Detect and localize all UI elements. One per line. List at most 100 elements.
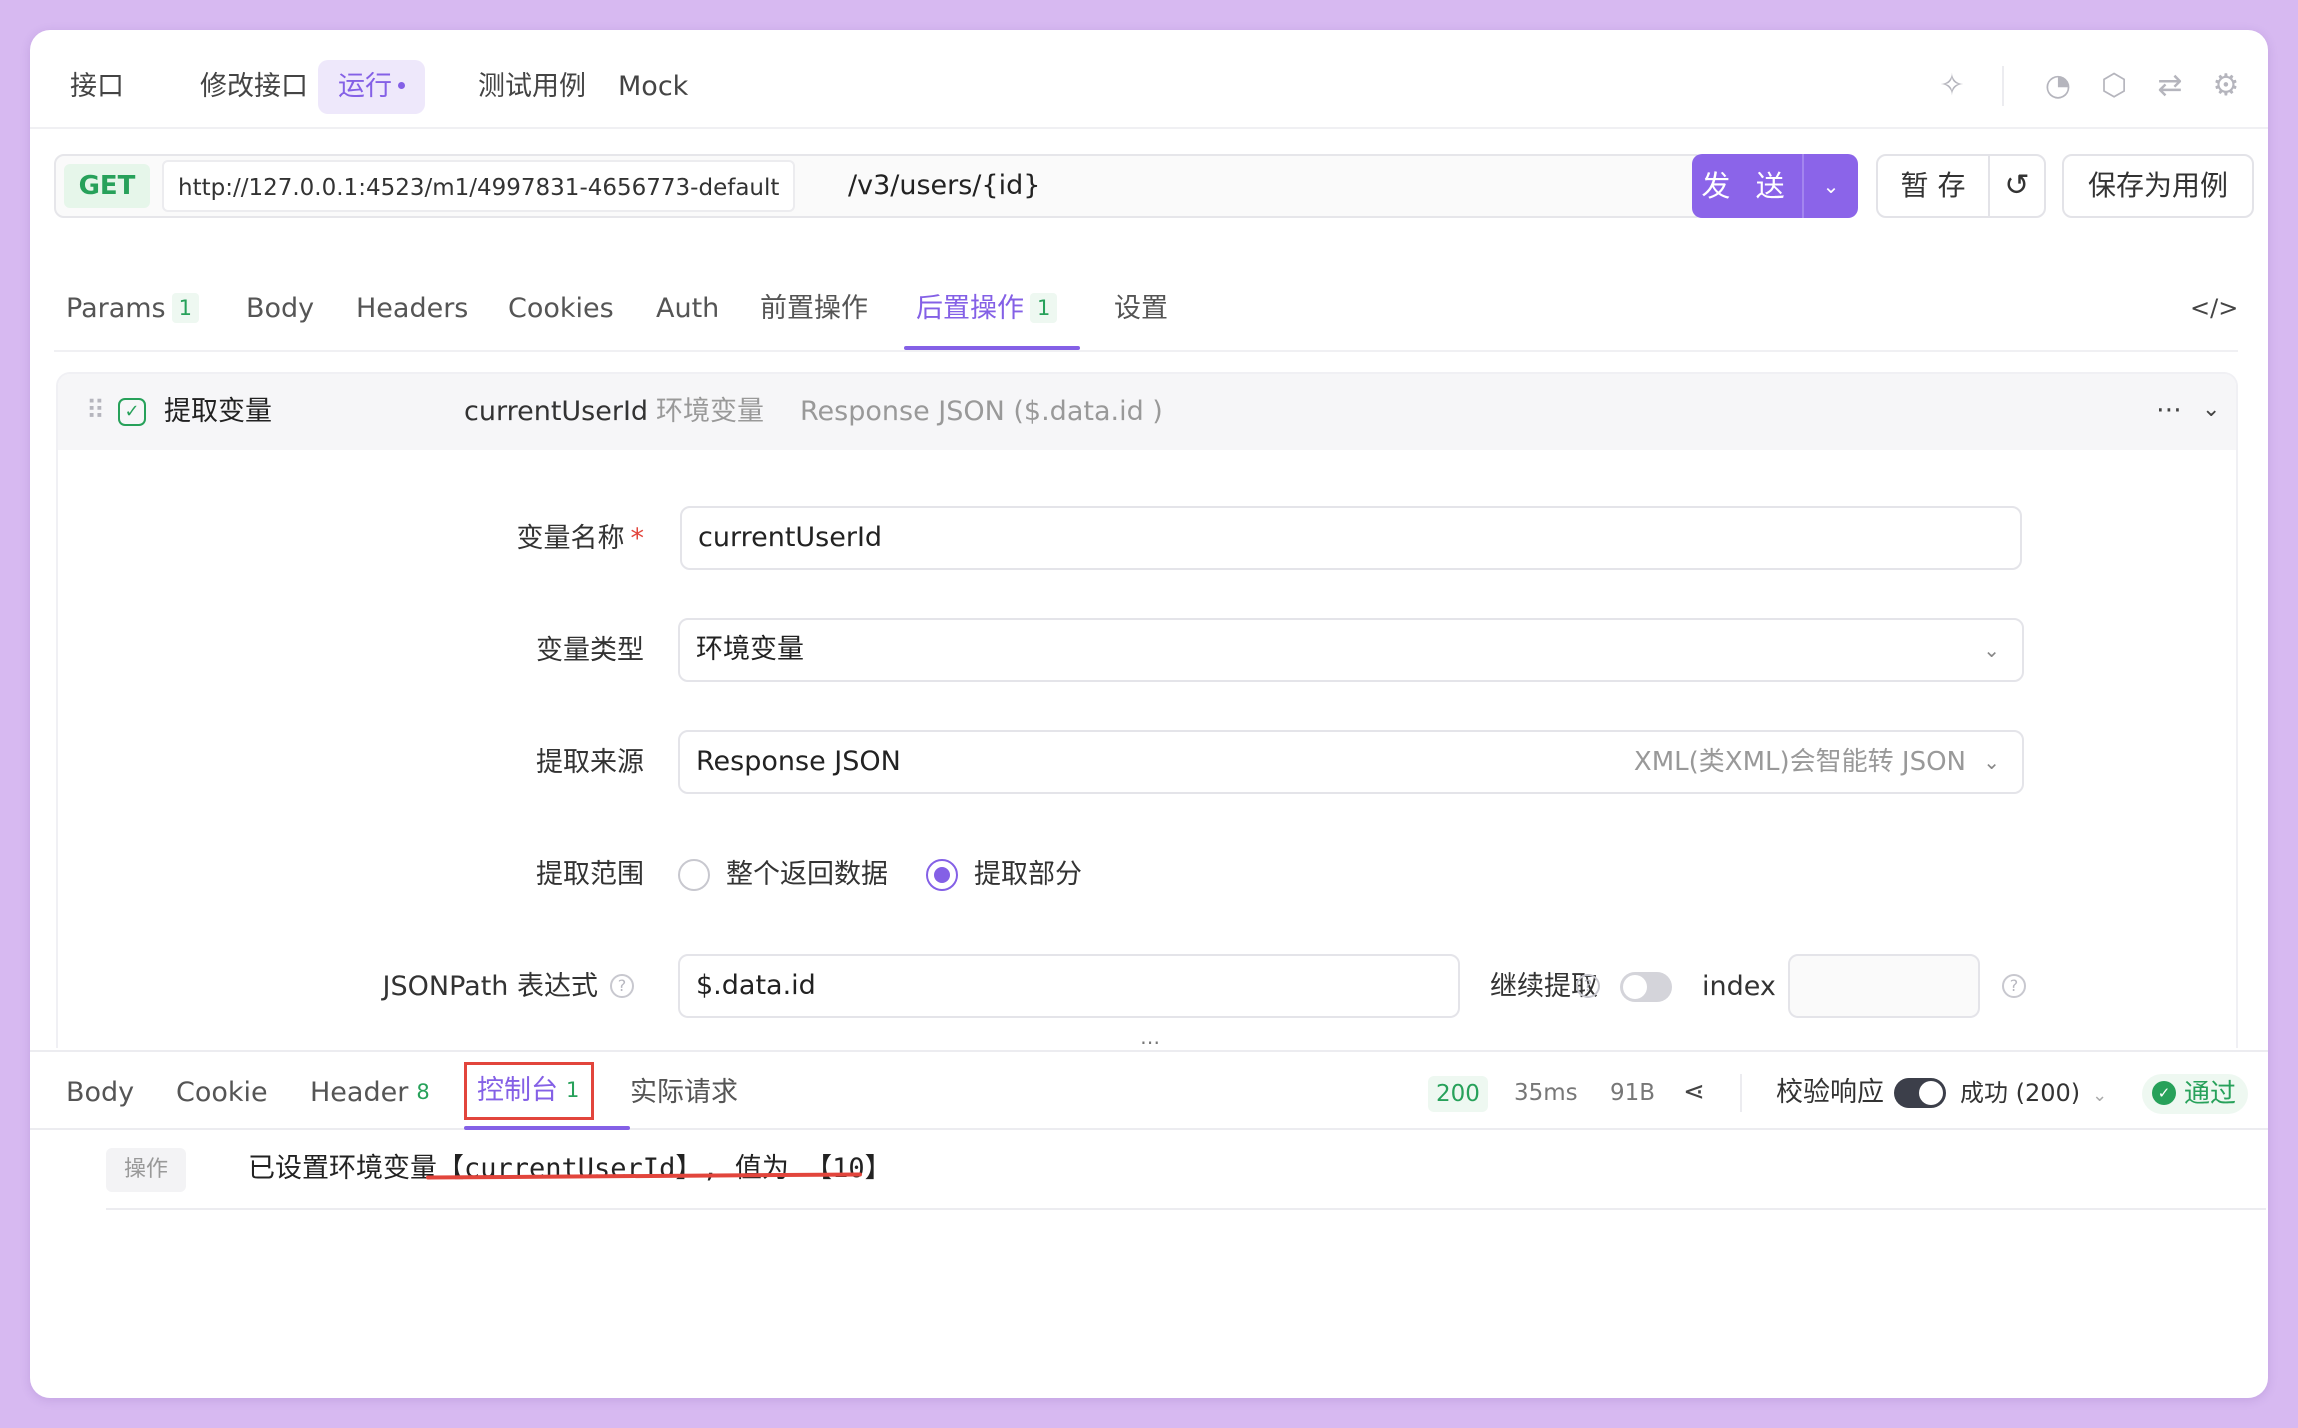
tab-actual-request[interactable]: 实际请求: [630, 1068, 738, 1118]
console-entry: 操作 已设置环境变量【currentUserId】, 值为 【10】: [106, 1128, 2266, 1210]
scope-label: 提取范围: [536, 859, 644, 890]
tab-pre-ops[interactable]: 前置操作: [760, 284, 868, 334]
collapse-chevron-icon[interactable]: ⌄: [2202, 390, 2220, 430]
status-divider: [1740, 1074, 1742, 1112]
share-icon[interactable]: ⋖: [1674, 1072, 1714, 1112]
var-type-label: 变量类型: [536, 635, 644, 666]
tab-edit-interface[interactable]: 修改接口: [180, 60, 328, 114]
path-input[interactable]: /v3/users/{id}: [848, 156, 1040, 216]
tab-response-header[interactable]: Header 8: [310, 1068, 432, 1118]
request-tabs: Params 1 Body Headers Cookies Auth 前置操作 后…: [30, 274, 2238, 354]
top-tab-bar: 接口 修改接口 运行 测试用例 Mock ✧ ◔ ⬡ ⇄ ⚙: [30, 30, 2268, 129]
tab-post-ops-label: 后置操作: [916, 293, 1024, 324]
tabs-divider: [54, 350, 2238, 352]
tab-settings[interactable]: 设置: [1114, 284, 1168, 334]
panel-title: 提取变量: [164, 396, 272, 427]
tab-body[interactable]: Body: [246, 284, 314, 334]
summary-var-type: 环境变量: [656, 396, 764, 427]
result-select[interactable]: 成功 (200) ⌄: [1960, 1070, 2107, 1116]
source-select[interactable]: Response JSON XML(类XML)会智能转 JSON ⌄: [678, 730, 2024, 794]
tab-response-header-label: Header: [310, 1077, 409, 1108]
sparkle-icon[interactable]: ✧: [1932, 66, 1972, 106]
tab-params-label: Params: [66, 293, 166, 324]
timer-icon[interactable]: ◔: [2038, 66, 2078, 106]
jsonpath-label: JSONPath 表达式: [382, 971, 598, 1002]
tab-headers[interactable]: Headers: [356, 284, 468, 334]
result-select-value: 成功 (200): [1960, 1079, 2081, 1107]
drag-handle-icon[interactable]: ⠿: [86, 396, 105, 426]
extract-variable-panel: ⠿ ✓ 提取变量 currentUserId 环境变量 Response JSO…: [56, 372, 2238, 1048]
index-input[interactable]: [1788, 954, 1980, 1018]
scope-option-part[interactable]: 提取部分: [974, 844, 1082, 906]
tab-run-label: 运行: [338, 71, 392, 102]
send-button-label: 发 送: [1701, 169, 1793, 203]
url-bar: GET http://127.0.0.1:4523/m1/4997831-465…: [54, 154, 1705, 218]
tab-interface[interactable]: 接口: [50, 60, 144, 114]
more-icon[interactable]: ⋯: [2156, 390, 2183, 430]
reset-icon[interactable]: ↺: [1988, 154, 2046, 218]
help-icon[interactable]: ?: [1576, 974, 1600, 998]
help-icon[interactable]: ?: [610, 974, 634, 998]
scope-option-all[interactable]: 整个返回数据: [726, 844, 888, 906]
summary-var-name: currentUserId: [464, 396, 649, 427]
source-hint: XML(类XML)会智能转 JSON: [1633, 747, 1966, 777]
help-icon[interactable]: ?: [2002, 974, 2026, 998]
code-icon[interactable]: </>: [2190, 288, 2238, 328]
scope-radio-part[interactable]: [926, 859, 958, 891]
tag-icon[interactable]: ⬡: [2094, 66, 2134, 106]
save-temp-button[interactable]: 暂 存: [1876, 154, 1990, 218]
jsonpath-input[interactable]: $.data.id: [678, 954, 1460, 1018]
status-code-badge: 200: [1428, 1076, 1488, 1112]
tab-test-cases[interactable]: 测试用例: [458, 60, 606, 114]
var-name-label-text: 变量名称: [516, 523, 625, 554]
header-count-badge: 8: [416, 1079, 430, 1104]
flow-icon[interactable]: ⇄: [2150, 66, 2190, 106]
toolbar-divider: [2002, 66, 2004, 106]
base-url[interactable]: http://127.0.0.1:4523/m1/4997831-4656773…: [162, 160, 796, 212]
tab-cookies[interactable]: Cookies: [508, 284, 614, 334]
check-circle-icon: ✓: [2152, 1080, 2176, 1105]
tab-response-console[interactable]: 控制台 1: [464, 1062, 595, 1120]
chevron-down-icon: ⌄: [1983, 638, 2000, 662]
response-time: 35ms: [1514, 1080, 1578, 1106]
validate-toggle[interactable]: [1894, 1078, 1946, 1108]
app-window: 接口 修改接口 运行 测试用例 Mock ✧ ◔ ⬡ ⇄ ⚙ GET http:…: [30, 30, 2268, 1398]
chevron-down-icon: ⌄: [2092, 1085, 2108, 1106]
tab-response-body[interactable]: Body: [66, 1068, 134, 1118]
console-entry-tag: 操作: [106, 1148, 186, 1192]
console-count-badge: 1: [566, 1077, 580, 1102]
scope-radio-all[interactable]: [678, 859, 710, 891]
tab-response-cookie[interactable]: Cookie: [176, 1068, 268, 1118]
console-entry-text: 已设置环境变量【currentUserId】, 值为 【10】: [248, 1153, 892, 1184]
response-size: 91B: [1610, 1080, 1656, 1106]
panel-header[interactable]: ⠿ ✓ 提取变量 currentUserId 环境变量 Response JSO…: [58, 374, 2236, 450]
tab-console-label: 控制台: [477, 1075, 558, 1106]
var-name-label: 变量名称 *: [258, 508, 645, 570]
continue-extract-toggle[interactable]: [1620, 972, 1672, 1002]
settings-icon[interactable]: ⚙: [2206, 66, 2246, 106]
summary-var-source: Response JSON ($.data.id ): [800, 396, 1163, 427]
var-name-input[interactable]: currentUserId: [680, 506, 2022, 570]
save-case-button[interactable]: 保存为用例: [2062, 154, 2254, 218]
required-mark: *: [630, 523, 645, 554]
tab-post-ops[interactable]: 后置操作 1: [916, 284, 1058, 334]
tab-run[interactable]: 运行: [318, 60, 425, 114]
source-label: 提取来源: [536, 747, 644, 778]
chevron-down-icon[interactable]: ⌄: [1804, 154, 1858, 218]
tab-params[interactable]: Params 1: [66, 284, 200, 334]
method-select[interactable]: GET: [64, 164, 150, 208]
params-count-badge: 1: [171, 292, 200, 323]
var-type-value: 环境变量: [696, 634, 804, 665]
post-ops-count-badge: 1: [1030, 292, 1058, 323]
check-icon[interactable]: ✓: [118, 398, 146, 426]
source-value: Response JSON: [696, 746, 901, 777]
response-tabs: Body Cookie Header 8 控制台 1 实际请求 200 35ms 9…: [30, 1050, 2268, 1130]
var-type-select[interactable]: 环境变量 ⌄: [678, 618, 2024, 682]
send-button[interactable]: 发 送 ⌄: [1692, 154, 1858, 218]
tab-auth[interactable]: Auth: [656, 284, 719, 334]
unsaved-dot: [398, 82, 405, 89]
index-label: index: [1702, 971, 1776, 1002]
tab-mock[interactable]: Mock: [598, 60, 708, 114]
pass-label: 通过: [2184, 1079, 2237, 1109]
chevron-down-icon: ⌄: [1983, 750, 2000, 774]
